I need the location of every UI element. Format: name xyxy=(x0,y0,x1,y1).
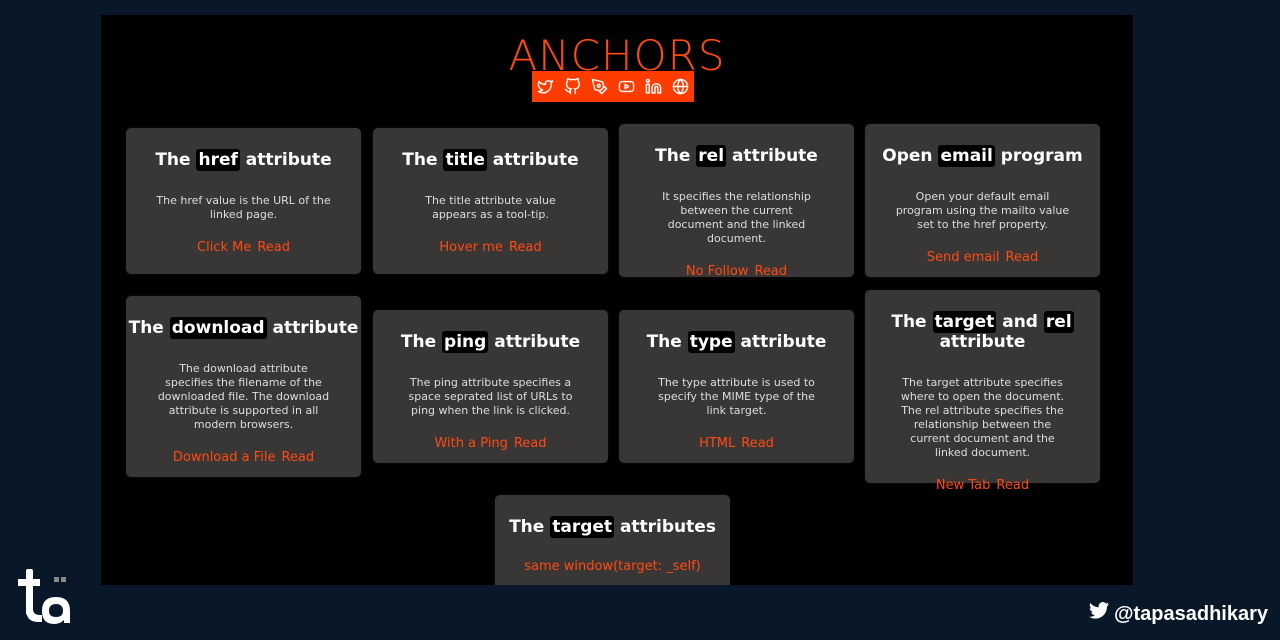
card-links: same window(target: _self) xyxy=(495,559,730,574)
youtube-icon[interactable] xyxy=(618,78,635,95)
linkedin-icon[interactable] xyxy=(645,78,662,95)
download-file-link[interactable]: Download a File xyxy=(173,450,276,465)
card-title: The type attribute xyxy=(646,331,827,353)
card-description: Open your default email program using th… xyxy=(895,190,1070,231)
card-title-attr: The title attribute The title attribute … xyxy=(373,128,608,274)
globe-icon[interactable] xyxy=(672,78,689,95)
twitter-handle: @tapasadhikary xyxy=(1088,600,1268,628)
card-links: No Follow Read xyxy=(619,264,854,279)
card-title: Open email program xyxy=(882,145,1083,167)
read-link[interactable]: Read xyxy=(996,478,1029,493)
card-links: Download a File Read xyxy=(126,450,361,465)
card-type: The type attribute The type attribute is… xyxy=(619,310,854,463)
card-description: The href value is the URL of the linked … xyxy=(156,194,331,221)
card-title: The target and rel attribute xyxy=(891,311,1074,352)
with-ping-link[interactable]: With a Ping xyxy=(434,436,507,451)
card-description: The ping attribute specifies a space sep… xyxy=(408,376,573,417)
card-email: Open email program Open your default ema… xyxy=(865,124,1100,277)
card-description: The target attribute specifies where to … xyxy=(900,376,1065,459)
click-me-link[interactable]: Click Me xyxy=(197,240,251,255)
card-title: The download attribute xyxy=(128,317,359,339)
read-link[interactable]: Read xyxy=(754,264,787,279)
read-link[interactable]: Read xyxy=(509,240,542,255)
twitter-icon[interactable] xyxy=(537,78,554,95)
card-title: The ping attribute xyxy=(400,331,581,353)
card-title: The target attributes xyxy=(509,516,716,538)
card-description: It specifies the relationship between th… xyxy=(662,190,811,245)
card-description: The type attribute is used to specify th… xyxy=(658,376,815,417)
hover-me-link[interactable]: Hover me xyxy=(439,240,503,255)
card-target-rel: The target and rel attribute The target … xyxy=(865,290,1100,493)
card-title: The rel attribute xyxy=(655,145,818,167)
demo-page: ANCHORS The href attribute The href valu… xyxy=(101,15,1133,585)
read-link[interactable]: Read xyxy=(281,450,314,465)
card-title: The title attribute xyxy=(402,149,579,171)
new-tab-link[interactable]: New Tab xyxy=(936,478,991,493)
pen-icon[interactable] xyxy=(591,78,608,95)
social-links-bar xyxy=(532,71,694,102)
read-link[interactable]: Read xyxy=(1006,250,1039,265)
card-ping: The ping attribute The ping attribute sp… xyxy=(373,310,608,463)
read-link[interactable]: Read xyxy=(514,436,547,451)
github-icon[interactable] xyxy=(564,78,581,95)
card-href: The href attribute The href value is the… xyxy=(126,128,361,274)
html-link[interactable]: HTML xyxy=(699,436,735,451)
card-links: New Tab Read xyxy=(865,478,1100,493)
card-title: The href attribute xyxy=(155,149,332,171)
read-link[interactable]: Read xyxy=(741,436,774,451)
twitter-bird-icon xyxy=(1088,600,1110,628)
send-email-link[interactable]: Send email xyxy=(927,250,1000,265)
no-follow-link[interactable]: No Follow xyxy=(686,264,749,279)
card-links: HTML Read xyxy=(619,436,854,451)
same-window-link[interactable]: same window(target: _self) xyxy=(524,559,701,574)
card-target: The target attributes same window(target… xyxy=(495,495,730,585)
card-links: Send email Read xyxy=(865,250,1100,265)
card-links: With a Ping Read xyxy=(373,436,608,451)
card-rel: The rel attribute It specifies the relat… xyxy=(619,124,854,279)
card-download: The download attribute The download attr… xyxy=(126,296,361,477)
ta-logo xyxy=(18,565,72,627)
card-description: The download attribute specifies the fil… xyxy=(157,362,330,431)
card-description: The title attribute value appears as a t… xyxy=(425,194,556,221)
card-links: Hover me Read xyxy=(373,240,608,255)
read-link[interactable]: Read xyxy=(257,240,290,255)
twitter-handle-text: @tapasadhikary xyxy=(1113,602,1268,625)
card-links: Click Me Read xyxy=(126,240,361,255)
